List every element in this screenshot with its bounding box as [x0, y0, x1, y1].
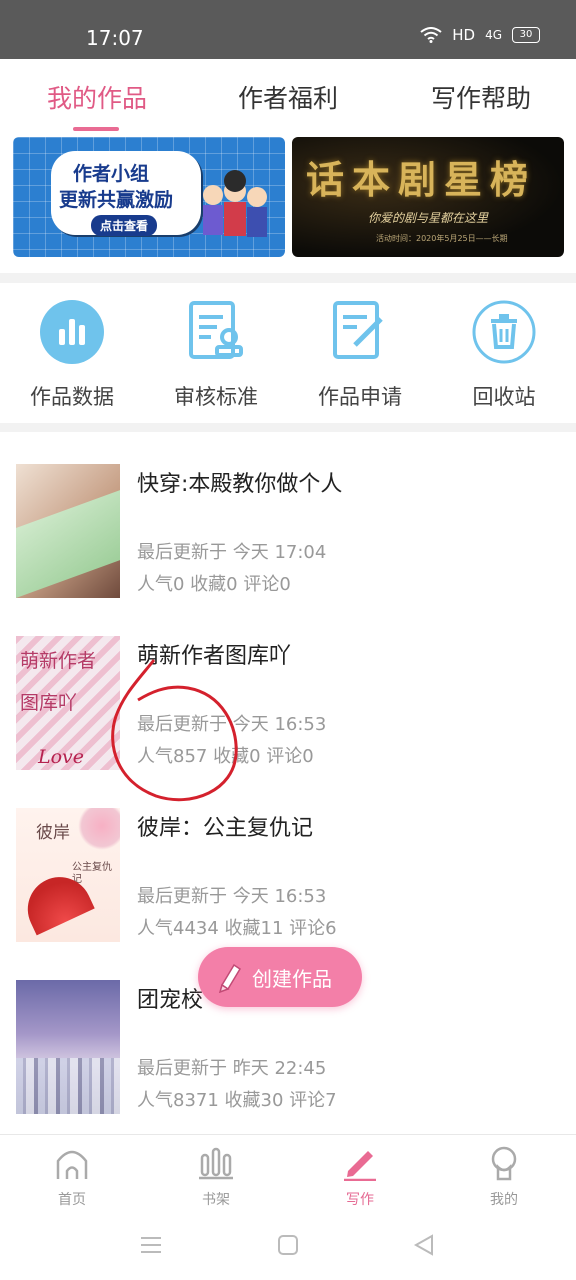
- quick-action-label: 作品数据: [30, 385, 114, 409]
- bottom-nav: 首页 书架 写作 我的: [0, 1134, 576, 1215]
- nav-bookshelf[interactable]: 书架: [176, 1145, 256, 1209]
- home-icon: [56, 1150, 88, 1179]
- bookshelf-icon: [199, 1147, 233, 1180]
- top-tabs: 我的作品 作者福利 写作帮助: [0, 59, 576, 135]
- profile-icon: [491, 1146, 517, 1181]
- signal-icon: 4G: [485, 28, 502, 42]
- quick-action-label: 回收站: [472, 385, 536, 409]
- menu-icon[interactable]: [138, 1232, 164, 1258]
- work-item[interactable]: 萌新作者 图库吖 Love 萌新作者图库吖 最后更新于 今天 16:53 人气8…: [0, 604, 576, 777]
- work-updated-time: 最后更新于 今天 16:53: [137, 886, 327, 907]
- cover-split: [16, 490, 120, 598]
- work-item[interactable]: 快穿:本殿教你做个人 最后更新于 今天 17:04 人气0 收藏0 评论0: [0, 432, 576, 605]
- cartoon-people-icon: [203, 170, 267, 237]
- work-updated-time: 最后更新于 昨天 22:45: [137, 1058, 327, 1079]
- work-cover-image: 彼岸 公主复仇记: [16, 808, 120, 942]
- work-stats: 人气0 收藏0 评论0: [137, 574, 291, 595]
- work-stats: 人气4434 收藏11 评论6: [137, 918, 337, 939]
- work-title: 萌新作者图库吖: [137, 644, 292, 669]
- cover-blossom: [78, 808, 120, 850]
- banner-row: 作者小组 更新共赢激励 点击查看 话本剧星榜 你爱的剧与星都在这里 活动时间：2…: [0, 135, 576, 273]
- bar-chart-icon: [40, 300, 104, 364]
- quick-action-data[interactable]: 作品数据: [12, 299, 132, 411]
- status-icons: HD 4G 30: [420, 26, 540, 44]
- review-doc-icon: [189, 301, 243, 359]
- quick-action-apply[interactable]: 作品申请: [300, 299, 420, 411]
- banner-left-button[interactable]: 点击查看: [91, 215, 158, 236]
- cover-city: [16, 1058, 120, 1114]
- work-title: 快穿:本殿教你做个人: [137, 472, 343, 497]
- trash-icon: [472, 300, 536, 364]
- banner-right-subtitle: 你爱的剧与星都在这里: [368, 211, 489, 225]
- tab-my-works[interactable]: 我的作品: [47, 79, 147, 115]
- pencil-icon: [218, 963, 242, 993]
- work-title: 团宠校: [137, 988, 204, 1013]
- cover-text: 彼岸: [36, 823, 70, 843]
- back-triangle-icon[interactable]: [411, 1232, 437, 1258]
- work-title: 彼岸：公主复仇记: [137, 816, 314, 841]
- quick-action-review-standards[interactable]: 审核标准: [156, 299, 276, 411]
- create-work-button[interactable]: 创建作品: [198, 947, 362, 1007]
- work-updated-time: 最后更新于 今天 16:53: [137, 714, 327, 735]
- quick-action-label: 审核标准: [174, 385, 258, 409]
- work-cover-image: 萌新作者 图库吖 Love: [16, 636, 120, 770]
- battery-icon: 30: [512, 27, 540, 43]
- tab-writing-help[interactable]: 写作帮助: [431, 79, 531, 115]
- work-item[interactable]: 彼岸 公主复仇记 彼岸：公主复仇记 最后更新于 今天 16:53 人气4434 …: [0, 776, 576, 949]
- write-pencil-icon: [344, 1151, 376, 1182]
- nav-label: 写作: [346, 1192, 374, 1208]
- divider: [0, 423, 576, 432]
- status-bar: 17:07 HD 4G 30: [0, 0, 576, 59]
- nav-home[interactable]: 首页: [32, 1145, 112, 1209]
- work-stats: 人气857 收藏0 评论0: [137, 746, 314, 767]
- cover-subtext: 公主复仇记: [72, 862, 112, 885]
- cover-text: 萌新作者 图库吖: [20, 650, 97, 714]
- nav-write[interactable]: 写作: [320, 1145, 400, 1209]
- banner-right-title: 话本剧星榜: [306, 157, 537, 202]
- active-tab-indicator: [73, 127, 119, 131]
- tab-author-benefits[interactable]: 作者福利: [238, 79, 338, 115]
- quick-action-label: 作品申请: [318, 385, 402, 409]
- home-square-icon[interactable]: [275, 1232, 301, 1258]
- quick-actions: 作品数据 审核标准 作品申请 回收站: [0, 283, 576, 423]
- create-work-label: 创建作品: [252, 966, 332, 991]
- banner-left-line2: 更新共赢激励: [59, 189, 174, 211]
- nav-label: 首页: [58, 1192, 86, 1208]
- quick-action-recycle-bin[interactable]: 回收站: [444, 299, 564, 411]
- nav-label: 书架: [202, 1192, 230, 1208]
- divider: [0, 273, 576, 283]
- work-cover-image: [16, 464, 120, 598]
- cover-love-text: Love: [38, 746, 85, 768]
- drama-star-banner[interactable]: 话本剧星榜 你爱的剧与星都在这里 活动时间：2020年5月25日——长期: [292, 137, 564, 257]
- wifi-icon: [420, 27, 442, 43]
- system-nav-bar: [0, 1214, 576, 1280]
- banner-left-line1: 作者小组: [73, 163, 150, 185]
- banner-right-date: 活动时间：2020年5月25日——长期: [376, 234, 508, 243]
- network-type: HD: [452, 26, 476, 44]
- author-group-banner[interactable]: 作者小组 更新共赢激励 点击查看: [13, 137, 285, 257]
- nav-profile[interactable]: 我的: [464, 1145, 544, 1209]
- work-updated-time: 最后更新于 今天 17:04: [137, 542, 327, 563]
- status-time: 17:07: [86, 26, 144, 50]
- work-cover-image: [16, 980, 120, 1114]
- work-stats: 人气8371 收藏30 评论7: [137, 1090, 337, 1111]
- apply-edit-icon: [333, 301, 383, 359]
- nav-label: 我的: [490, 1192, 518, 1208]
